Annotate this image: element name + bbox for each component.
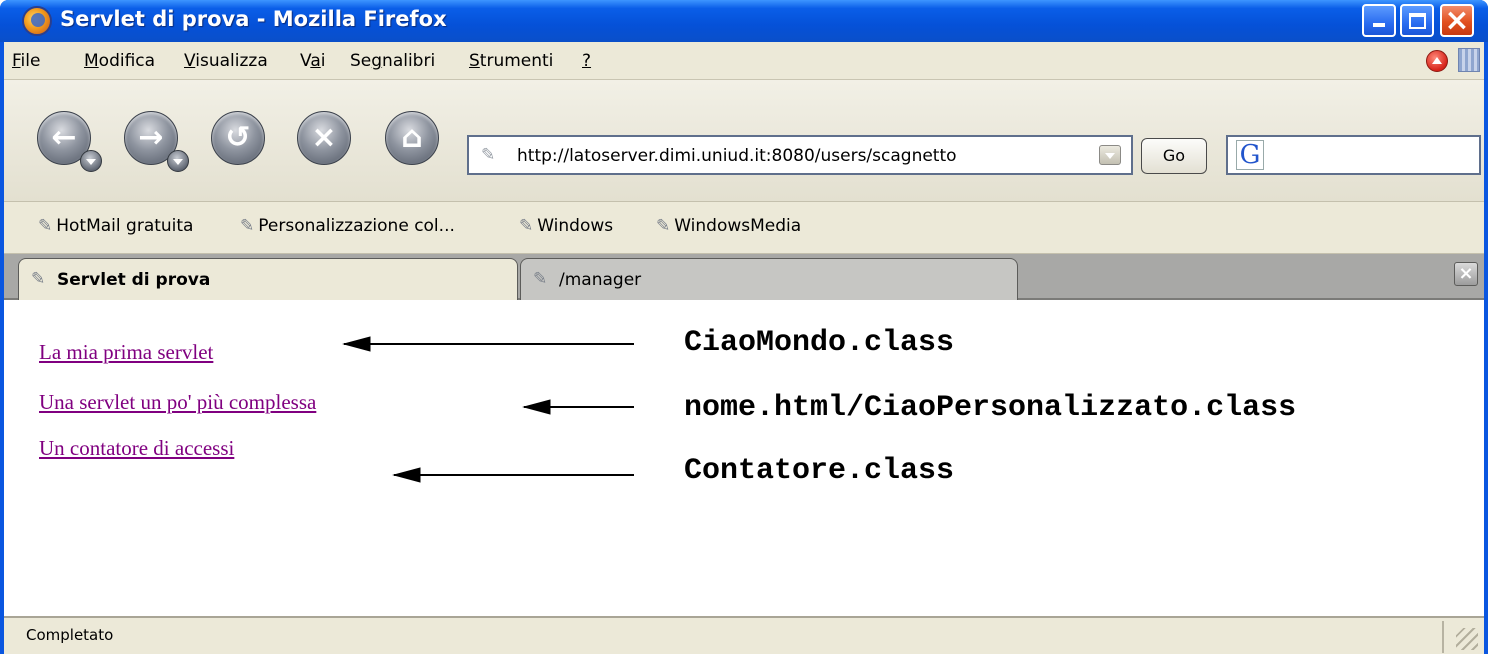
maximize-button[interactable] bbox=[1400, 4, 1434, 37]
close-button[interactable]: × bbox=[1440, 4, 1474, 37]
tab-page-icon: ✎ bbox=[31, 269, 46, 289]
throbber-icon[interactable] bbox=[1458, 48, 1480, 72]
maximize-icon bbox=[1409, 13, 1426, 29]
search-input[interactable]: G bbox=[1226, 135, 1481, 175]
menu-modifica[interactable]: Modifica bbox=[84, 51, 155, 71]
forward-dropdown-button[interactable] bbox=[167, 150, 189, 172]
status-bar: Completato bbox=[4, 616, 1484, 654]
bookmark-icon: ✎ bbox=[240, 216, 255, 236]
navigation-toolbar: ← → ↺ × ⌂ ✎ http://latoserver.dimi.uniud… bbox=[4, 80, 1484, 202]
page-content: La mia prima servlet Una servlet un po' … bbox=[4, 300, 1484, 616]
arrow-2-head bbox=[522, 399, 551, 415]
home-button[interactable]: ⌂ bbox=[385, 111, 439, 165]
resize-grip[interactable] bbox=[1456, 628, 1478, 650]
reload-button[interactable]: ↺ bbox=[211, 111, 265, 165]
url-text[interactable]: http://latoserver.dimi.uniud.it:8080/use… bbox=[517, 146, 957, 166]
title-bar[interactable]: Servlet di prova - Mozilla Firefox × bbox=[0, 0, 1488, 42]
home-icon: ⌂ bbox=[401, 120, 423, 155]
menu-segnalibri[interactable]: Segnalibri bbox=[350, 51, 435, 71]
bookmarks-toolbar: ✎ HotMail gratuita ✎ Personalizzazione col… bbox=[4, 202, 1484, 254]
close-icon: × bbox=[1444, 3, 1470, 38]
menu-visualizza[interactable]: Visualizza bbox=[184, 51, 268, 71]
reload-icon: ↺ bbox=[225, 120, 251, 155]
close-tab-button[interactable]: × bbox=[1454, 262, 1478, 286]
url-history-dropdown[interactable] bbox=[1099, 145, 1121, 165]
bookmark-icon: ✎ bbox=[38, 216, 53, 236]
arrow-3-head bbox=[392, 467, 421, 483]
menu-help[interactable]: ? bbox=[582, 51, 591, 71]
arrow-1-head bbox=[342, 336, 371, 352]
annotation-ciaomondo: CiaoMondo.class bbox=[684, 326, 955, 360]
browser-window: Servlet di prova - Mozilla Firefox × Fil… bbox=[0, 0, 1488, 654]
bookmark-windowsmedia[interactable]: ✎ WindowsMedia bbox=[656, 216, 801, 236]
minimize-button[interactable] bbox=[1362, 4, 1396, 37]
bookmark-windows[interactable]: ✎ Windows bbox=[519, 216, 613, 236]
minimize-icon bbox=[1373, 23, 1385, 27]
tab-page-icon: ✎ bbox=[533, 269, 548, 289]
annotation-ciaopersonalizzato: nome.html/CiaoPersonalizzato.class bbox=[684, 391, 1297, 425]
page-icon: ✎ bbox=[481, 145, 496, 165]
bookmark-personalizzazione[interactable]: ✎ Personalizzazione col... bbox=[240, 216, 455, 236]
tab-manager[interactable]: ✎ /manager bbox=[520, 258, 1018, 300]
menu-file[interactable]: File bbox=[12, 51, 40, 71]
back-dropdown-button[interactable] bbox=[80, 150, 102, 172]
window-title: Servlet di prova - Mozilla Firefox bbox=[60, 7, 447, 31]
close-tab-icon: × bbox=[1458, 263, 1474, 284]
menu-bar: File Modifica Visualizza Vai Segnalibri … bbox=[4, 42, 1484, 80]
back-button[interactable]: ← bbox=[37, 111, 102, 172]
stop-icon: × bbox=[311, 120, 337, 155]
bookmark-icon: ✎ bbox=[519, 216, 534, 236]
google-search-icon[interactable]: G bbox=[1236, 140, 1264, 170]
forward-button[interactable]: → bbox=[124, 111, 189, 172]
bookmark-hotmail[interactable]: ✎ HotMail gratuita bbox=[38, 216, 193, 236]
menu-vai[interactable]: Vai bbox=[300, 51, 325, 71]
tab-strip: ✎ Servlet di prova ✎ /manager × bbox=[4, 254, 1484, 302]
tab-servlet-di-prova[interactable]: ✎ Servlet di prova bbox=[18, 258, 518, 302]
status-divider bbox=[1442, 621, 1444, 653]
annotation-contatore: Contatore.class bbox=[684, 454, 955, 488]
bookmark-icon: ✎ bbox=[656, 216, 671, 236]
url-bar[interactable]: ✎ http://latoserver.dimi.uniud.it:8080/u… bbox=[467, 135, 1133, 175]
go-button[interactable]: Go bbox=[1141, 138, 1207, 174]
stop-button[interactable]: × bbox=[297, 111, 351, 165]
firefox-logo-icon bbox=[22, 6, 52, 36]
status-text: Completato bbox=[26, 626, 114, 644]
menu-strumenti[interactable]: Strumenti bbox=[469, 51, 553, 71]
update-alert-icon[interactable] bbox=[1426, 50, 1448, 72]
